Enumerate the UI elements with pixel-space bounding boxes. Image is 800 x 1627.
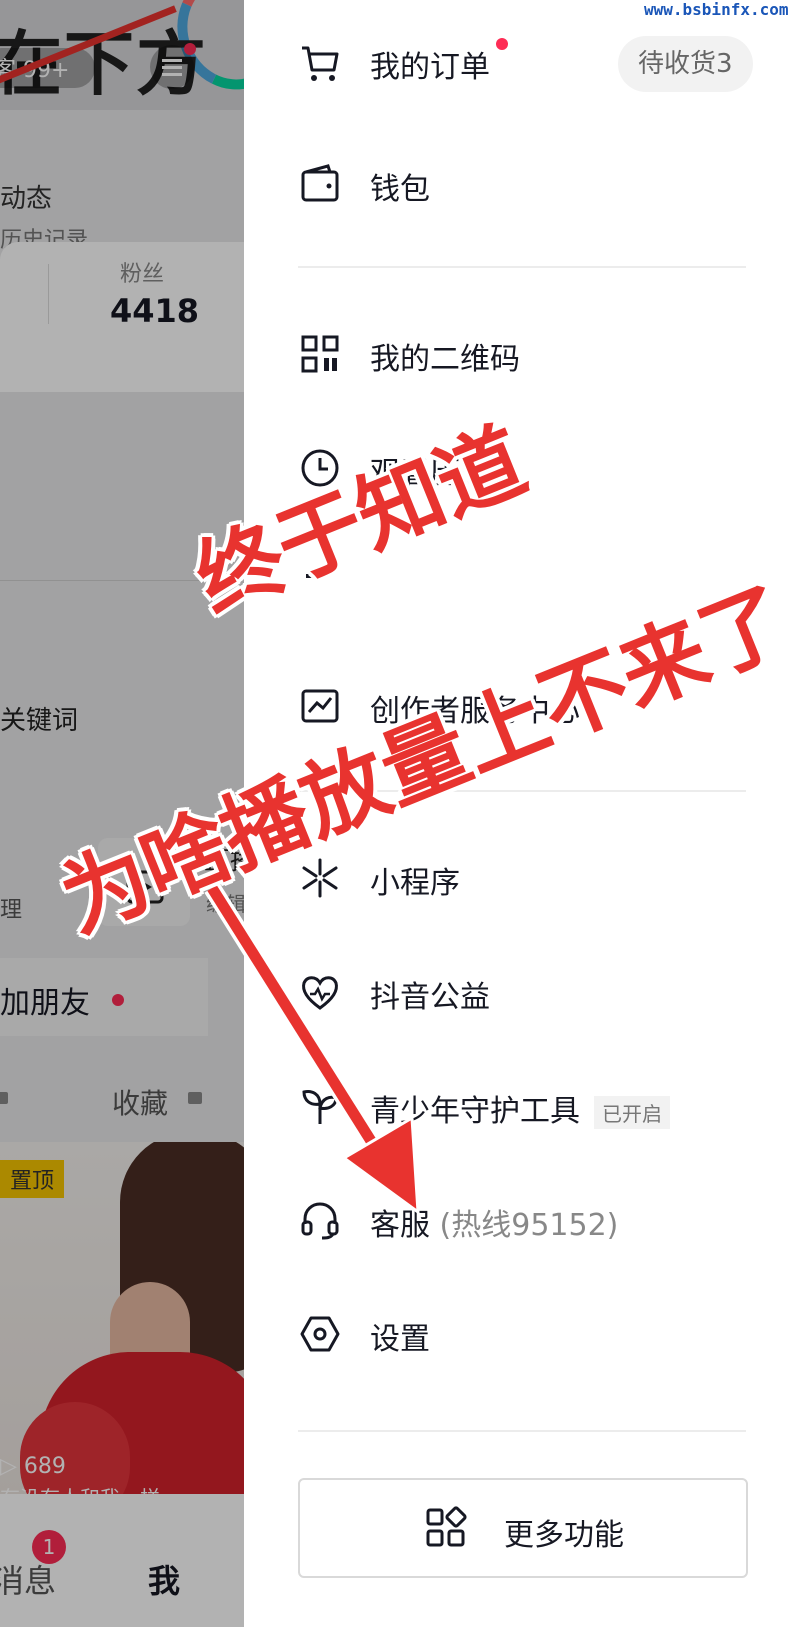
settings-label: 设置	[370, 1322, 430, 1357]
divider	[0, 580, 214, 581]
divider	[298, 266, 746, 268]
menu-item-qrcode[interactable]: 我的二维码	[298, 322, 758, 382]
visitor-count-badge[interactable]: 客 99+	[0, 48, 96, 88]
lock-icon	[0, 1092, 8, 1104]
more-features-button[interactable]: 更多功能	[298, 1478, 748, 1578]
menu-item-mini-programs[interactable]: 小程序	[298, 846, 758, 906]
hotline-number: (热线95152)	[439, 1208, 619, 1243]
pinned-tag: 置顶	[0, 1160, 65, 1198]
youth-protection-label: 青少年守护工具 已开启	[370, 1086, 670, 1130]
menu-item-wallet[interactable]: 钱包	[298, 152, 758, 212]
grid-icon	[426, 1506, 467, 1547]
more-features-label: 更多功能	[504, 1518, 624, 1553]
site-watermark: www.bsbinfx.com	[644, 0, 789, 19]
charity-label: 抖音公益	[370, 980, 490, 1015]
wallet-icon	[301, 164, 339, 202]
mini-programs-label: 小程序	[370, 866, 460, 901]
tab-favorites[interactable]: 收藏	[112, 1082, 168, 1122]
tool-left-label[interactable]: 理	[0, 892, 22, 924]
add-friends-button[interactable]: 加朋友	[0, 978, 90, 1022]
enabled-tag: 已开启	[594, 1096, 670, 1129]
customer-service-label: 客服 (热线95152)	[370, 1208, 619, 1243]
wallet-label: 钱包	[370, 172, 430, 207]
lock-icon	[188, 1092, 202, 1104]
menu-item-customer-service[interactable]: 客服 (热线95152)	[298, 1188, 758, 1248]
keywords-entry[interactable]: 关键词	[0, 700, 78, 737]
dynamics-label[interactable]: 动态	[0, 178, 52, 215]
qrcode-icon	[301, 335, 339, 373]
settings-icon	[300, 1316, 340, 1352]
fans-count[interactable]: 4418	[110, 292, 199, 330]
heart-icon	[302, 976, 338, 1010]
view-count: ▷ 689	[0, 1454, 66, 1479]
nav-me[interactable]: 我	[148, 1556, 180, 1602]
cart-icon	[302, 46, 339, 81]
orders-dot	[496, 38, 508, 50]
orders-label: 我的订单	[370, 50, 490, 85]
menu-item-settings[interactable]: 设置	[298, 1302, 758, 1362]
menu-icon[interactable]	[150, 43, 196, 89]
divider	[298, 1430, 746, 1432]
pending-receipt-pill[interactable]: 待收货3	[618, 36, 753, 92]
new-friend-dot	[112, 994, 124, 1006]
headset-icon	[301, 1202, 339, 1240]
sprout-icon	[302, 1090, 338, 1124]
menu-item-charity[interactable]: 抖音公益	[298, 960, 758, 1020]
fans-label: 粉丝	[120, 262, 165, 287]
qrcode-label: 我的二维码	[370, 342, 520, 377]
messages-badge: 1	[32, 1530, 66, 1564]
menu-item-youth-protection[interactable]: 青少年守护工具 已开启	[298, 1074, 758, 1134]
